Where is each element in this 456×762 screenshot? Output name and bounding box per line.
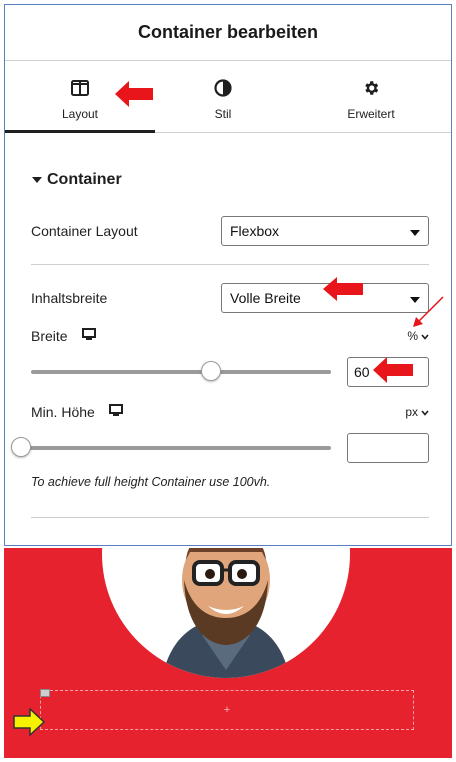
annotation-yellow-arrow-icon xyxy=(13,708,46,736)
min-hoehe-label: Min. Höhe xyxy=(31,404,95,420)
caret-down-icon xyxy=(31,171,43,189)
avatar-image xyxy=(102,548,350,678)
desktop-icon[interactable] xyxy=(81,327,96,345)
chevron-down-icon xyxy=(421,329,429,343)
tab-bar: Layout Stil Erweitert xyxy=(5,61,451,133)
breite-slider-row: 60 xyxy=(31,357,429,387)
container-layout-label: Container Layout xyxy=(31,223,138,239)
page-preview: + xyxy=(4,548,452,758)
min-hoehe-slider-track[interactable] xyxy=(11,437,331,457)
min-hoehe-input[interactable] xyxy=(347,433,429,463)
tab-erweitert[interactable]: Erweitert xyxy=(291,61,451,132)
breite-unit-select[interactable]: % xyxy=(407,329,429,343)
section-title: Container xyxy=(47,171,122,188)
divider xyxy=(31,517,429,518)
min-hoehe-label-group: Min. Höhe xyxy=(31,403,123,421)
breite-header-row: Breite % xyxy=(31,296,444,345)
container-layout-value: Flexbox xyxy=(230,223,280,239)
min-hoehe-header-row: Min. Höhe px xyxy=(31,403,429,421)
columns-icon xyxy=(71,77,89,99)
divider xyxy=(31,264,429,265)
panel-header: Container bearbeiten xyxy=(5,5,451,61)
breite-slider-track[interactable] xyxy=(31,361,331,381)
chevron-down-icon xyxy=(421,405,429,419)
min-hoehe-slider-row xyxy=(11,433,429,463)
annotation-arrow-icon xyxy=(115,81,153,107)
min-hoehe-slider-thumb[interactable] xyxy=(11,437,31,457)
container-layout-select[interactable]: Flexbox xyxy=(221,216,429,246)
edit-container-panel: Container bearbeiten Layout Stil Erweite… xyxy=(4,4,452,546)
annotation-arrow-icon xyxy=(323,277,363,301)
breite-label: Breite xyxy=(31,328,68,344)
tab-stil[interactable]: Stil xyxy=(155,61,291,132)
tab-layout-label: Layout xyxy=(61,107,99,121)
empty-container-dropzone[interactable]: + xyxy=(40,689,414,730)
height-hint-text: To achieve full height Container use 100… xyxy=(31,475,271,489)
section-container-toggle[interactable]: Container xyxy=(31,171,429,189)
breite-label-group: Breite xyxy=(31,327,96,345)
container-handle-icon[interactable] xyxy=(40,689,50,697)
annotation-pointer-icon xyxy=(413,296,444,327)
desktop-icon[interactable] xyxy=(108,403,123,421)
tab-erweitert-label: Erweitert xyxy=(347,107,395,121)
chevron-down-icon xyxy=(410,223,420,239)
annotation-arrow-icon xyxy=(373,357,413,383)
breite-unit: % xyxy=(407,329,418,343)
panel-content: Container Container Layout Flexbox Inhal… xyxy=(5,171,451,518)
min-hoehe-unit: px xyxy=(405,405,418,419)
gear-icon xyxy=(362,77,380,99)
panel-title: Container bearbeiten xyxy=(137,22,319,42)
min-hoehe-unit-select[interactable]: px xyxy=(405,405,429,419)
inhaltsbreite-value: Volle Breite xyxy=(230,290,301,306)
contrast-icon xyxy=(214,77,232,99)
inhaltsbreite-label: Inhaltsbreite xyxy=(31,290,108,306)
container-layout-row: Container Layout Flexbox xyxy=(31,216,429,246)
tab-stil-label: Stil xyxy=(214,107,232,121)
add-element-icon[interactable]: + xyxy=(224,704,230,716)
inhaltsbreite-row: Inhaltsbreite Volle Breite xyxy=(31,277,429,313)
breite-slider-thumb[interactable] xyxy=(201,361,221,381)
